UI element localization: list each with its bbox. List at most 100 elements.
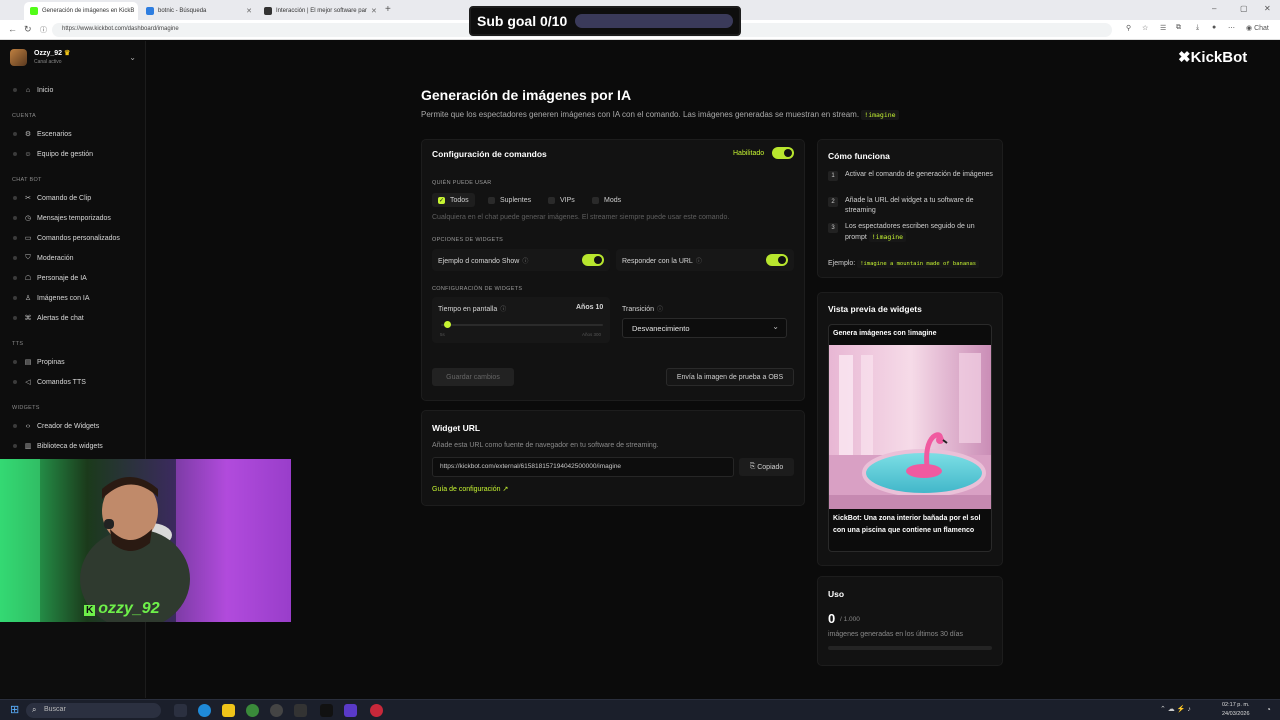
profile-icon[interactable]: ● [1212, 24, 1216, 31]
maximize-icon[interactable]: ▢ [1240, 4, 1248, 13]
file-explorer-icon[interactable] [222, 704, 235, 717]
bot-icon: ☖ [24, 275, 32, 282]
browser-tab-search[interactable]: botnic - Búsqueda ✕ [140, 2, 258, 20]
search-label: Buscar [44, 706, 66, 713]
close-tab-icon[interactable]: ✕ [242, 7, 252, 15]
role-suplentes-checkbox[interactable]: Suplentes [482, 193, 537, 207]
shield-icon: ⛉ [25, 254, 31, 261]
widget-url-field[interactable]: https://kickbot.com/external/61581815719… [432, 457, 734, 477]
discord-icon[interactable] [344, 704, 357, 717]
sidebar-item-label: Propinas [37, 358, 65, 366]
slider-max-label: Años 300 [582, 332, 602, 337]
sidebar-item-personaje[interactable]: ☖ Personaje de IA [10, 271, 140, 285]
edge-icon[interactable] [198, 704, 211, 717]
tray-icons[interactable]: ⌃ ☁ ⚡ ♪ [1160, 705, 1191, 713]
example-row: Ejemplo: !imagine a mountain made of ban… [828, 260, 980, 268]
role-label: Todos [450, 196, 469, 204]
collections-icon[interactable]: ⧉ [1176, 24, 1181, 32]
bullet-icon [13, 152, 17, 156]
checkbox-icon [548, 196, 555, 204]
taskbar-search-box[interactable]: ⌕ Buscar [26, 703, 161, 718]
preview-widget: Genera imágenes con !imagine KickBot: Un… [828, 324, 992, 552]
new-tab-button[interactable]: + [385, 4, 391, 15]
star-icon[interactable]: ☆ [1142, 24, 1148, 32]
tab-label: Generación de imágenes en KickB [42, 8, 135, 14]
sidebar-item-label: Biblioteca de widgets [37, 442, 103, 450]
role-mods-checkbox[interactable]: Mods [586, 193, 627, 207]
profile-switcher[interactable]: Ozzy_92 ♛ Canal activo ⌄ [8, 47, 138, 69]
slider-min-label: 5s [440, 332, 445, 337]
widget-options-label: OPCIONES DE WIDGETS [432, 237, 504, 243]
close-window-icon[interactable]: ✕ [1264, 4, 1271, 13]
send-test-button[interactable]: Envía la imagen de prueba a OBS [666, 368, 794, 386]
sidebar-item-creador[interactable]: ‹› Creador de Widgets [10, 419, 140, 433]
sidebar-item-escenarios[interactable]: ⚙ Escenarios [10, 127, 140, 141]
sidebar-item-equipo[interactable]: ☺ Equipo de gestión [10, 147, 140, 161]
sidebar-item-mensajes[interactable]: ◷ Mensajes temporizados [10, 211, 140, 225]
section-title-tts: TTS [12, 341, 24, 347]
info-icon[interactable]: ⓘ [500, 307, 506, 313]
chrome-icon[interactable] [270, 704, 283, 717]
browser-tab-interaccion[interactable]: Interacción | El mejor software par ✕ [258, 2, 378, 20]
site-favicon-icon [264, 7, 272, 15]
setup-guide-link[interactable]: Guía de configuración ↗ [432, 485, 508, 493]
sidebar-item-moderacion[interactable]: ⛉ Moderación [10, 251, 140, 265]
enabled-toggle[interactable] [772, 147, 794, 159]
obs-icon[interactable] [370, 704, 383, 717]
copy-button[interactable]: ⎘ Copiado [739, 458, 794, 476]
checkbox-icon [488, 196, 495, 204]
role-todos-checkbox[interactable]: ✓ Todos [432, 193, 475, 207]
tiktok-icon[interactable] [320, 704, 333, 717]
close-tab-icon[interactable]: ✕ [367, 7, 377, 15]
section-title-chatbot: CHAT BOT [12, 177, 42, 183]
copy-icon: ⎘ [749, 463, 758, 470]
speaker-icon: ◁ [25, 379, 31, 386]
role-vips-checkbox[interactable]: VIPs [542, 193, 581, 207]
download-icon[interactable]: ⤓ [1196, 24, 1199, 32]
sidebar-item-label: Comandos personalizados [37, 234, 120, 242]
sidebar-item-inicio[interactable]: ⌂ Inicio [10, 83, 140, 97]
step-number: 1 [828, 171, 838, 181]
save-button[interactable]: Guardar cambios [432, 368, 514, 386]
info-icon[interactable]: ⓘ [696, 259, 702, 265]
sidebar-item-comandos-tts[interactable]: ◁ Comandos TTS [10, 375, 140, 389]
home-icon: ⌂ [25, 86, 31, 94]
sidebar-item-comandos[interactable]: ▭ Comandos personalizados [10, 231, 140, 245]
info-icon[interactable]: ⓘ [657, 307, 663, 313]
sidebar-item-label: Inicio [37, 86, 54, 94]
sidebar-item-label: Personaje de IA [37, 274, 87, 282]
app-icon[interactable] [294, 704, 307, 717]
role-label: VIPs [560, 196, 575, 204]
notification-icon[interactable]: ◔ [1266, 705, 1271, 714]
sidebar-item-alertas[interactable]: ⌘ Alertas de chat [10, 311, 140, 325]
site-info-icon[interactable]: ⓘ [40, 25, 47, 35]
screen-time-slider-thumb[interactable] [443, 321, 451, 328]
menu-dots-icon[interactable]: ⋯ [1228, 24, 1235, 32]
bullet-icon [13, 444, 17, 448]
back-arrow-icon[interactable]: ← [8, 24, 17, 34]
kickbot-logo[interactable]: ✖KickBot [1178, 48, 1247, 66]
info-icon[interactable]: ⓘ [522, 259, 528, 265]
sidebar-item-propinas[interactable]: ▤ Propinas [10, 355, 140, 369]
roles-hint: Cualquiera en el chat puede generar imág… [432, 214, 730, 221]
option-example-toggle[interactable] [582, 254, 604, 266]
reload-icon[interactable]: ↻ [24, 24, 32, 35]
copilot-chat-button[interactable]: ◉ Chat [1246, 24, 1269, 32]
favorites-icon[interactable]: ☰ [1160, 24, 1166, 32]
sidebar-item-clip[interactable]: ✂ Comando de Clip [10, 191, 140, 205]
close-tab-icon[interactable]: ✕ [134, 7, 138, 15]
screen-time-slider-track[interactable] [441, 324, 603, 326]
browser-tab-kickbot[interactable]: Generación de imágenes en KickB ✕ [24, 2, 138, 20]
sidebar-item-biblioteca[interactable]: ▥ Biblioteca de widgets [10, 439, 140, 453]
task-view-icon[interactable] [174, 704, 187, 717]
windows-start-icon[interactable]: ⊞ [10, 703, 19, 716]
chevron-down-icon[interactable]: ⌄ [129, 53, 136, 62]
sidebar-item-imagenes[interactable]: ♙ Imágenes con IA [10, 291, 140, 305]
step3-text: Los espectadores escriben seguido de un … [845, 223, 975, 241]
xbox-icon[interactable] [246, 704, 259, 717]
option-reply-toggle[interactable] [766, 254, 788, 266]
transition-select[interactable]: Desvanecimiento ⌄ [622, 318, 787, 338]
extension-icon[interactable]: ⚲ [1126, 24, 1131, 32]
minimize-icon[interactable]: – [1212, 4, 1216, 13]
usage-count: 0 [828, 611, 836, 626]
